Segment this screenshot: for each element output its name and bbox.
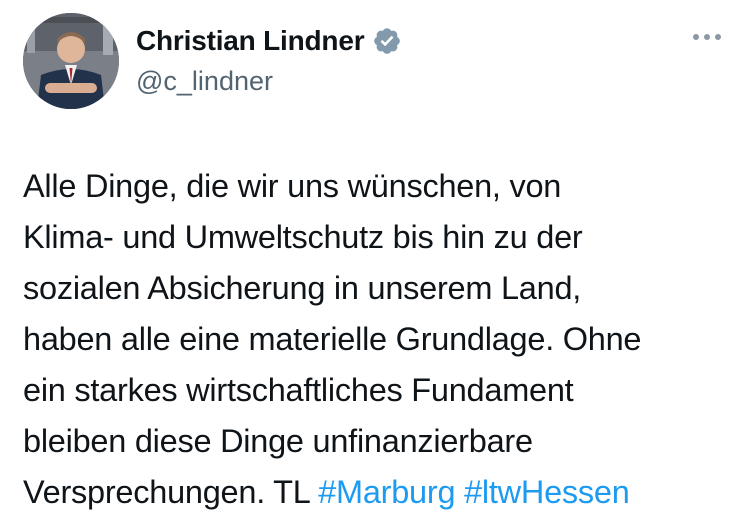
- verified-badge-icon[interactable]: [372, 26, 402, 56]
- tweet-card: Christian Lindner @c_lindner Alle Dinge,…: [0, 0, 750, 531]
- tweet-text-line: ein starkes wirtschaftliches Fundament: [23, 372, 574, 408]
- author-handle[interactable]: @c_lindner: [136, 64, 273, 98]
- hashtag-link-marburg[interactable]: #Marburg: [318, 474, 455, 510]
- more-dot: [693, 34, 699, 40]
- avatar-photo: [23, 13, 119, 109]
- hashtag-link-ltwhessen[interactable]: #ltwHessen: [464, 474, 630, 510]
- author-name-row: Christian Lindner: [136, 24, 402, 58]
- tweet-text-line: Klima- und Umweltschutz bis hin zu der: [23, 219, 583, 255]
- tweet-text-line: Alle Dinge, die wir uns wünschen, von: [23, 168, 562, 204]
- tweet-text: Alle Dinge, die wir uns wünschen, von Kl…: [23, 161, 738, 518]
- more-dot: [715, 34, 721, 40]
- tweet-text-segment: Versprechungen. TL: [23, 474, 319, 510]
- more-dot: [704, 34, 710, 40]
- tweet-text-line: sozialen Absicherung in unserem Land,: [23, 270, 582, 306]
- avatar[interactable]: [23, 13, 119, 109]
- tweet-text-line: bleiben diese Dinge unfinanzierbare: [23, 423, 533, 459]
- more-options-icon[interactable]: [693, 34, 721, 40]
- tweet-text-line: haben alle eine materielle Grundlage. Oh…: [23, 321, 642, 357]
- author-display-name[interactable]: Christian Lindner: [136, 24, 365, 58]
- tweet-text-last-line: Versprechungen. TL #Marburg #ltwHessen: [23, 467, 738, 518]
